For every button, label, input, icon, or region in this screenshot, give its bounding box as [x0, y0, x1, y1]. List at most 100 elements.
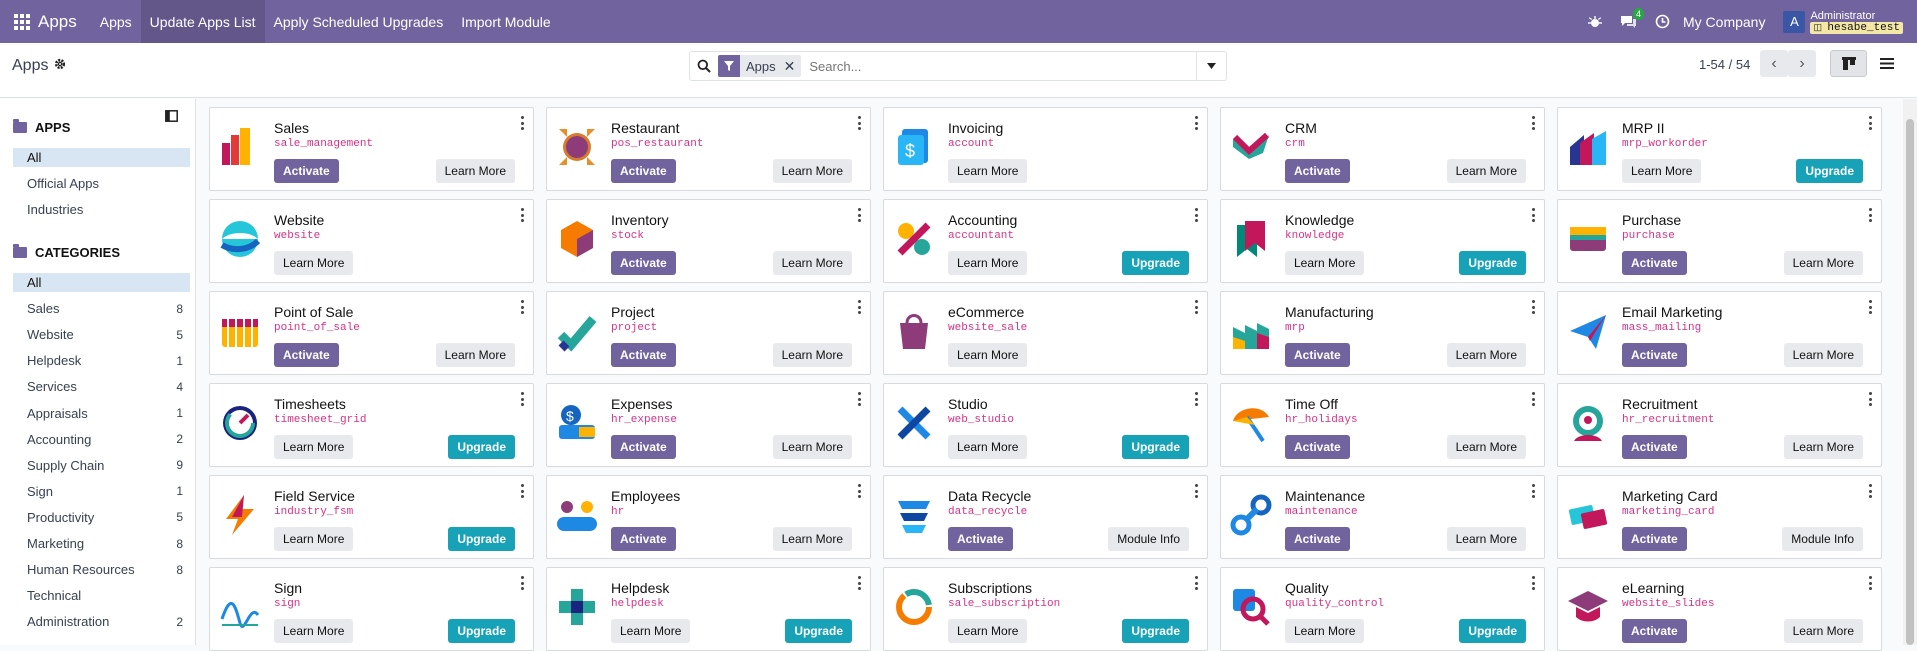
learn-more-button[interactable]: Learn More [772, 435, 852, 459]
learn-more-button[interactable]: Learn More [274, 527, 354, 551]
upgrade-button[interactable]: Upgrade [1122, 435, 1189, 459]
card-menu-icon[interactable] [521, 484, 525, 498]
sidebar-item-productivity[interactable]: Productivity 5 [13, 508, 190, 527]
card-menu-icon[interactable] [1869, 300, 1873, 314]
app-card[interactable]: $ Expenses hr_expense Activate Learn More [546, 383, 871, 467]
activate-button[interactable]: Activate [1285, 527, 1350, 551]
activate-button[interactable]: Activate [1285, 435, 1350, 459]
sidebar-item-human-resources[interactable]: Human Resources 8 [13, 560, 190, 579]
menu-update-apps-list[interactable]: Update Apps List [140, 0, 265, 43]
card-menu-icon[interactable] [1195, 484, 1199, 498]
card-menu-icon[interactable] [521, 576, 525, 590]
app-card[interactable]: Employees hr Activate Learn More [546, 475, 871, 559]
card-menu-icon[interactable] [1869, 576, 1873, 590]
upgrade-button[interactable]: Upgrade [1459, 251, 1526, 275]
activate-button[interactable]: Activate [611, 343, 676, 367]
learn-more-button[interactable]: Learn More [1783, 619, 1863, 643]
learn-more-button[interactable]: Learn More [1446, 343, 1526, 367]
activate-button[interactable]: Activate [611, 527, 676, 551]
upgrade-button[interactable]: Upgrade [1122, 619, 1189, 643]
activate-button[interactable]: Activate [1622, 343, 1687, 367]
card-menu-icon[interactable] [858, 116, 862, 130]
card-menu-icon[interactable] [1195, 576, 1199, 590]
card-menu-icon[interactable] [1532, 392, 1536, 406]
sidebar-item-sales[interactable]: Sales 8 [13, 299, 190, 318]
menu-apply-scheduled-upgrades[interactable]: Apply Scheduled Upgrades [265, 0, 453, 43]
activate-button[interactable]: Activate [1622, 251, 1687, 275]
app-card[interactable]: Accounting accountant Learn More Upgrade [883, 199, 1208, 283]
app-card[interactable]: Maintenance maintenance Activate Learn More [1220, 475, 1545, 559]
app-card[interactable]: Purchase purchase Activate Learn More [1557, 199, 1882, 283]
card-menu-icon[interactable] [858, 208, 862, 222]
search-icon[interactable] [690, 59, 718, 73]
search-options-toggle[interactable] [1196, 51, 1226, 81]
activate-button[interactable]: Activate [1285, 159, 1350, 183]
card-menu-icon[interactable] [858, 576, 862, 590]
sidebar-item-official-apps[interactable]: Official Apps [13, 174, 190, 193]
card-menu-icon[interactable] [1195, 392, 1199, 406]
upgrade-button[interactable]: Upgrade [1796, 159, 1863, 183]
upgrade-button[interactable]: Upgrade [448, 619, 515, 643]
learn-more-button[interactable]: Learn More [435, 343, 515, 367]
app-card[interactable]: Project project Activate Learn More [546, 291, 871, 375]
learn-more-button[interactable]: Learn More [274, 251, 354, 275]
debug-bug-icon[interactable] [1588, 15, 1602, 29]
app-brand[interactable]: Apps [38, 12, 77, 32]
sidebar-item-industries[interactable]: Industries [13, 200, 190, 219]
app-card[interactable]: Quality quality_control Learn More Upgrade [1220, 567, 1545, 651]
app-card[interactable]: Field Service industry_fsm Learn More Upgra… [209, 475, 534, 559]
menu-import-module[interactable]: Import Module [452, 0, 559, 43]
module-info-button[interactable]: Module Info [1782, 527, 1863, 551]
sidebar-item-helpdesk[interactable]: Helpdesk 1 [13, 351, 190, 370]
gear-icon[interactable] [54, 57, 66, 75]
kanban-view-button[interactable] [1830, 50, 1867, 77]
user-menu[interactable]: Administrator ◫ hesabe_test [1810, 10, 1903, 34]
module-info-button[interactable]: Module Info [1108, 527, 1189, 551]
activate-button[interactable]: Activate [274, 343, 339, 367]
learn-more-button[interactable]: Learn More [772, 343, 852, 367]
learn-more-button[interactable]: Learn More [274, 619, 354, 643]
sidebar-item-technical[interactable]: Technical [13, 586, 190, 605]
app-card[interactable]: Sign sign Learn More Upgrade [209, 567, 534, 651]
menu-apps[interactable]: Apps [91, 0, 141, 43]
app-card[interactable]: eLearning website_slides Activate Learn Mor… [1557, 567, 1882, 651]
learn-more-button[interactable]: Learn More [772, 251, 852, 275]
app-card[interactable]: Timesheets timesheet_grid Learn More Upgrad… [209, 383, 534, 467]
card-menu-icon[interactable] [858, 392, 862, 406]
app-card[interactable]: Knowledge knowledge Learn More Upgrade [1220, 199, 1545, 283]
card-menu-icon[interactable] [521, 208, 525, 222]
learn-more-button[interactable]: Learn More [1622, 159, 1702, 183]
activate-button[interactable]: Activate [611, 251, 676, 275]
card-menu-icon[interactable] [1869, 392, 1873, 406]
card-menu-icon[interactable] [1195, 208, 1199, 222]
app-card[interactable]: Helpdesk helpdesk Learn More Upgrade [546, 567, 871, 651]
card-menu-icon[interactable] [1532, 116, 1536, 130]
chat-icon[interactable]: 4 [1620, 7, 1644, 29]
learn-more-button[interactable]: Learn More [1285, 251, 1365, 275]
sidebar-item-all[interactable]: All [13, 273, 190, 292]
learn-more-button[interactable]: Learn More [1446, 527, 1526, 551]
card-menu-icon[interactable] [1195, 300, 1199, 314]
upgrade-button[interactable]: Upgrade [448, 527, 515, 551]
activate-button[interactable]: Activate [948, 527, 1013, 551]
app-card[interactable]: $ Invoicing account Learn More [883, 107, 1208, 191]
upgrade-button[interactable]: Upgrade [785, 619, 852, 643]
app-card[interactable]: eCommerce website_sale Learn More [883, 291, 1208, 375]
app-card[interactable]: Manufacturing mrp Activate Learn More [1220, 291, 1545, 375]
activate-button[interactable]: Activate [1622, 619, 1687, 643]
activity-clock-icon[interactable] [1655, 14, 1670, 29]
activate-button[interactable]: Activate [274, 159, 339, 183]
list-view-button[interactable] [1868, 50, 1905, 77]
learn-more-button[interactable]: Learn More [948, 251, 1028, 275]
learn-more-button[interactable]: Learn More [435, 159, 515, 183]
activate-button[interactable]: Activate [611, 435, 676, 459]
learn-more-button[interactable]: Learn More [611, 619, 691, 643]
app-card[interactable]: Recruitment hr_recruitment Activate Learn M… [1557, 383, 1882, 467]
card-menu-icon[interactable] [521, 300, 525, 314]
app-card[interactable]: Marketing Card marketing_card Activate Modu… [1557, 475, 1882, 559]
sidebar-item-all[interactable]: All [13, 148, 190, 167]
learn-more-button[interactable]: Learn More [948, 435, 1028, 459]
sidebar-item-accounting[interactable]: Accounting 2 [13, 430, 190, 449]
card-menu-icon[interactable] [1532, 484, 1536, 498]
app-card[interactable]: MRP II mrp_workorder Learn More Upgrade [1557, 107, 1882, 191]
